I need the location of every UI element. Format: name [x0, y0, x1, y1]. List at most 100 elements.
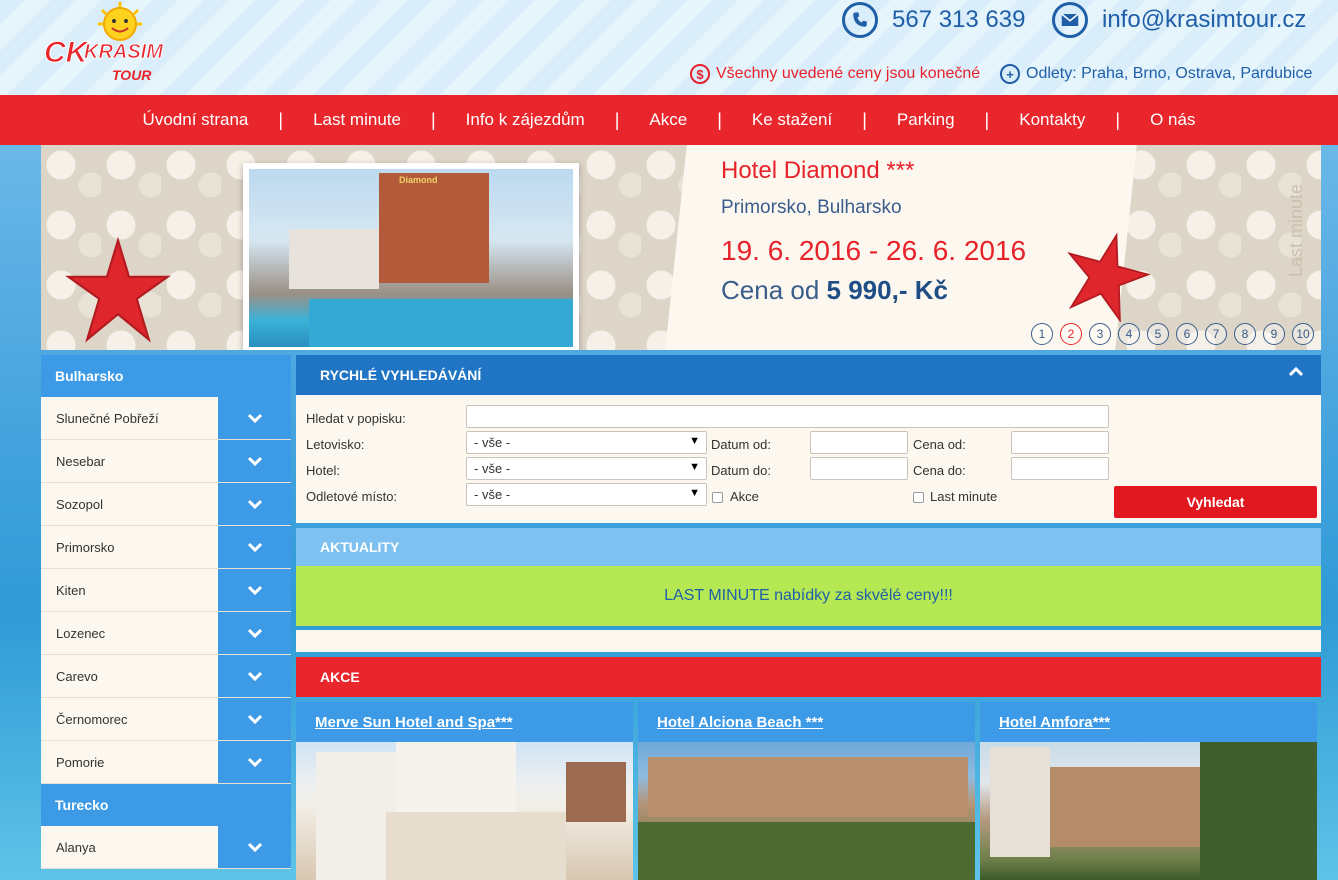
nav-downloads[interactable]: Ke stažení	[752, 110, 832, 130]
slide-location: Primorsko, Bulharsko	[721, 197, 902, 218]
sidebar-item[interactable]: Pomorie	[41, 741, 291, 784]
sidebar-item[interactable]: Carevo	[41, 655, 291, 698]
price-from-input[interactable]	[1011, 431, 1109, 454]
sidebar-item-label[interactable]: Lozenec	[41, 612, 217, 654]
phone-number[interactable]: 567 313 639	[892, 6, 1025, 34]
nav-home[interactable]: Úvodní strana	[143, 110, 249, 130]
text-search-input[interactable]	[466, 405, 1109, 428]
chevron-up-icon[interactable]	[1289, 367, 1303, 377]
date-to-input[interactable]	[810, 457, 908, 480]
sidebar-item-label[interactable]: Carevo	[41, 655, 217, 697]
chevron-down-icon[interactable]	[217, 698, 291, 740]
sidebar-item[interactable]: Nesebar	[41, 440, 291, 483]
slide-dot[interactable]: 3	[1089, 323, 1111, 345]
sidebar-item[interactable]: Lozenec	[41, 612, 291, 655]
akce-checkbox-label[interactable]: Akce	[730, 489, 759, 504]
plus-icon: +	[1000, 64, 1020, 84]
chevron-down-icon[interactable]	[217, 741, 291, 783]
offer-card[interactable]: Merve Sun Hotel and Spa***	[296, 702, 633, 880]
nav-parking[interactable]: Parking	[897, 110, 955, 130]
last-minute-checkbox[interactable]	[913, 492, 924, 503]
resort-select[interactable]: - vše - ▼	[466, 431, 707, 454]
nav-akce[interactable]: Akce	[649, 110, 687, 130]
search-button[interactable]: Vyhledat	[1114, 486, 1317, 518]
slide-dot[interactable]: 4	[1118, 323, 1140, 345]
sidebar-item-label[interactable]: Černomorec	[41, 698, 217, 740]
sidebar-item-label[interactable]: Alanya	[41, 826, 217, 868]
sidebar-item-label[interactable]: Slunečné Pobřeží	[41, 397, 217, 439]
dropdown-arrow-icon: ▼	[689, 435, 700, 447]
sidebar-item-label[interactable]: Pomorie	[41, 741, 217, 783]
chevron-down-icon[interactable]	[217, 483, 291, 525]
nav-last-minute[interactable]: Last minute	[313, 110, 401, 130]
slide-dot[interactable]: 8	[1234, 323, 1256, 345]
news-message[interactable]: LAST MINUTE nabídky za skvělé ceny!!!	[296, 566, 1321, 626]
hero-slider[interactable]: Diamond Hotel Diamond *** Primorsko, Bul…	[41, 145, 1321, 350]
sidebar-item[interactable]: Alanya	[41, 826, 291, 869]
dropdown-arrow-icon: ▼	[689, 461, 700, 473]
nav-separator: |	[278, 109, 284, 130]
sidebar-item[interactable]: Kiten	[41, 569, 291, 612]
nav-info[interactable]: Info k zájezdům	[466, 110, 585, 130]
hotel-select[interactable]: - vše - ▼	[466, 457, 707, 480]
chevron-down-icon[interactable]	[217, 526, 291, 568]
chevron-down-icon[interactable]	[217, 569, 291, 611]
price-value: 5 990,- Kč	[826, 275, 948, 305]
dropdown-arrow-icon: ▼	[689, 487, 700, 499]
chevron-down-icon[interactable]	[217, 655, 291, 697]
chevron-down-icon[interactable]	[217, 612, 291, 654]
slide-dot[interactable]: 7	[1205, 323, 1227, 345]
slide-dot[interactable]: 6	[1176, 323, 1198, 345]
offer-card[interactable]: Hotel Alciona Beach ***	[638, 702, 975, 880]
offer-card-image[interactable]	[980, 742, 1317, 880]
slide-dot[interactable]: 10	[1292, 323, 1314, 345]
sidebar-group-turecko[interactable]: Turecko	[41, 784, 291, 826]
slide-hotel-name[interactable]: Hotel Diamond ***	[721, 157, 914, 185]
slide-dates: 19. 6. 2016 - 26. 6. 2016	[721, 235, 1027, 266]
sidebar-item[interactable]: Primorsko	[41, 526, 291, 569]
offer-card-title[interactable]: Hotel Alciona Beach ***	[638, 702, 975, 742]
nav-separator: |	[984, 109, 990, 130]
date-from-input[interactable]	[810, 431, 908, 454]
sun-icon	[98, 2, 142, 41]
nav-separator: |	[614, 109, 620, 130]
akce-checkbox[interactable]	[712, 492, 723, 503]
hotel-photo[interactable]: Diamond	[243, 163, 579, 350]
chevron-down-icon[interactable]	[217, 440, 291, 482]
nav-about[interactable]: O nás	[1150, 110, 1195, 130]
slider-pagination: 1 2 3 4 5 6 7 8 9 10	[1031, 323, 1314, 345]
email-contact[interactable]: info@krasimtour.cz	[1052, 2, 1306, 38]
site-logo[interactable]: CK KRASIM TOUR	[40, 2, 170, 92]
nav-separator: |	[717, 109, 722, 130]
offer-card-image[interactable]	[296, 742, 633, 880]
sidebar-item[interactable]: Černomorec	[41, 698, 291, 741]
sidebar-item[interactable]: Slunečné Pobřeží	[41, 397, 291, 440]
departure-select[interactable]: - vše - ▼	[466, 483, 707, 506]
price-prefix: Cena od	[721, 275, 827, 305]
sidebar-item-label[interactable]: Sozopol	[41, 483, 217, 525]
label-price-to: Cena do:	[913, 463, 966, 478]
main-nav: Úvodní strana | Last minute | Info k zájez…	[0, 95, 1338, 145]
offer-card[interactable]: Hotel Amfora***	[980, 702, 1317, 880]
slide-dot[interactable]: 5	[1147, 323, 1169, 345]
slide-dot[interactable]: 1	[1031, 323, 1053, 345]
nav-contacts[interactable]: Kontakty	[1019, 110, 1085, 130]
sidebar-group-bulharsko[interactable]: Bulharsko	[41, 355, 291, 397]
price-to-input[interactable]	[1011, 457, 1109, 480]
offer-card-title[interactable]: Hotel Amfora***	[980, 702, 1317, 742]
slide-dot[interactable]: 9	[1263, 323, 1285, 345]
quick-search-header[interactable]: RYCHLÉ VYHLEDÁVÁNÍ	[296, 355, 1321, 395]
offer-card-image[interactable]	[638, 742, 975, 880]
slide-dot-active[interactable]: 2	[1060, 323, 1082, 345]
offer-card-title[interactable]: Merve Sun Hotel and Spa***	[296, 702, 633, 742]
sidebar-item-label[interactable]: Primorsko	[41, 526, 217, 568]
email-address[interactable]: info@krasimtour.cz	[1102, 6, 1306, 34]
sidebar-item-label[interactable]: Kiten	[41, 569, 217, 611]
phone-contact[interactable]: 567 313 639	[842, 2, 1025, 38]
chevron-down-icon[interactable]	[217, 397, 291, 439]
quick-search-title: RYCHLÉ VYHLEDÁVÁNÍ	[320, 367, 482, 383]
chevron-down-icon[interactable]	[217, 826, 291, 868]
sidebar-item-label[interactable]: Nesebar	[41, 440, 217, 482]
last-minute-checkbox-label[interactable]: Last minute	[930, 489, 997, 504]
sidebar-item[interactable]: Sozopol	[41, 483, 291, 526]
